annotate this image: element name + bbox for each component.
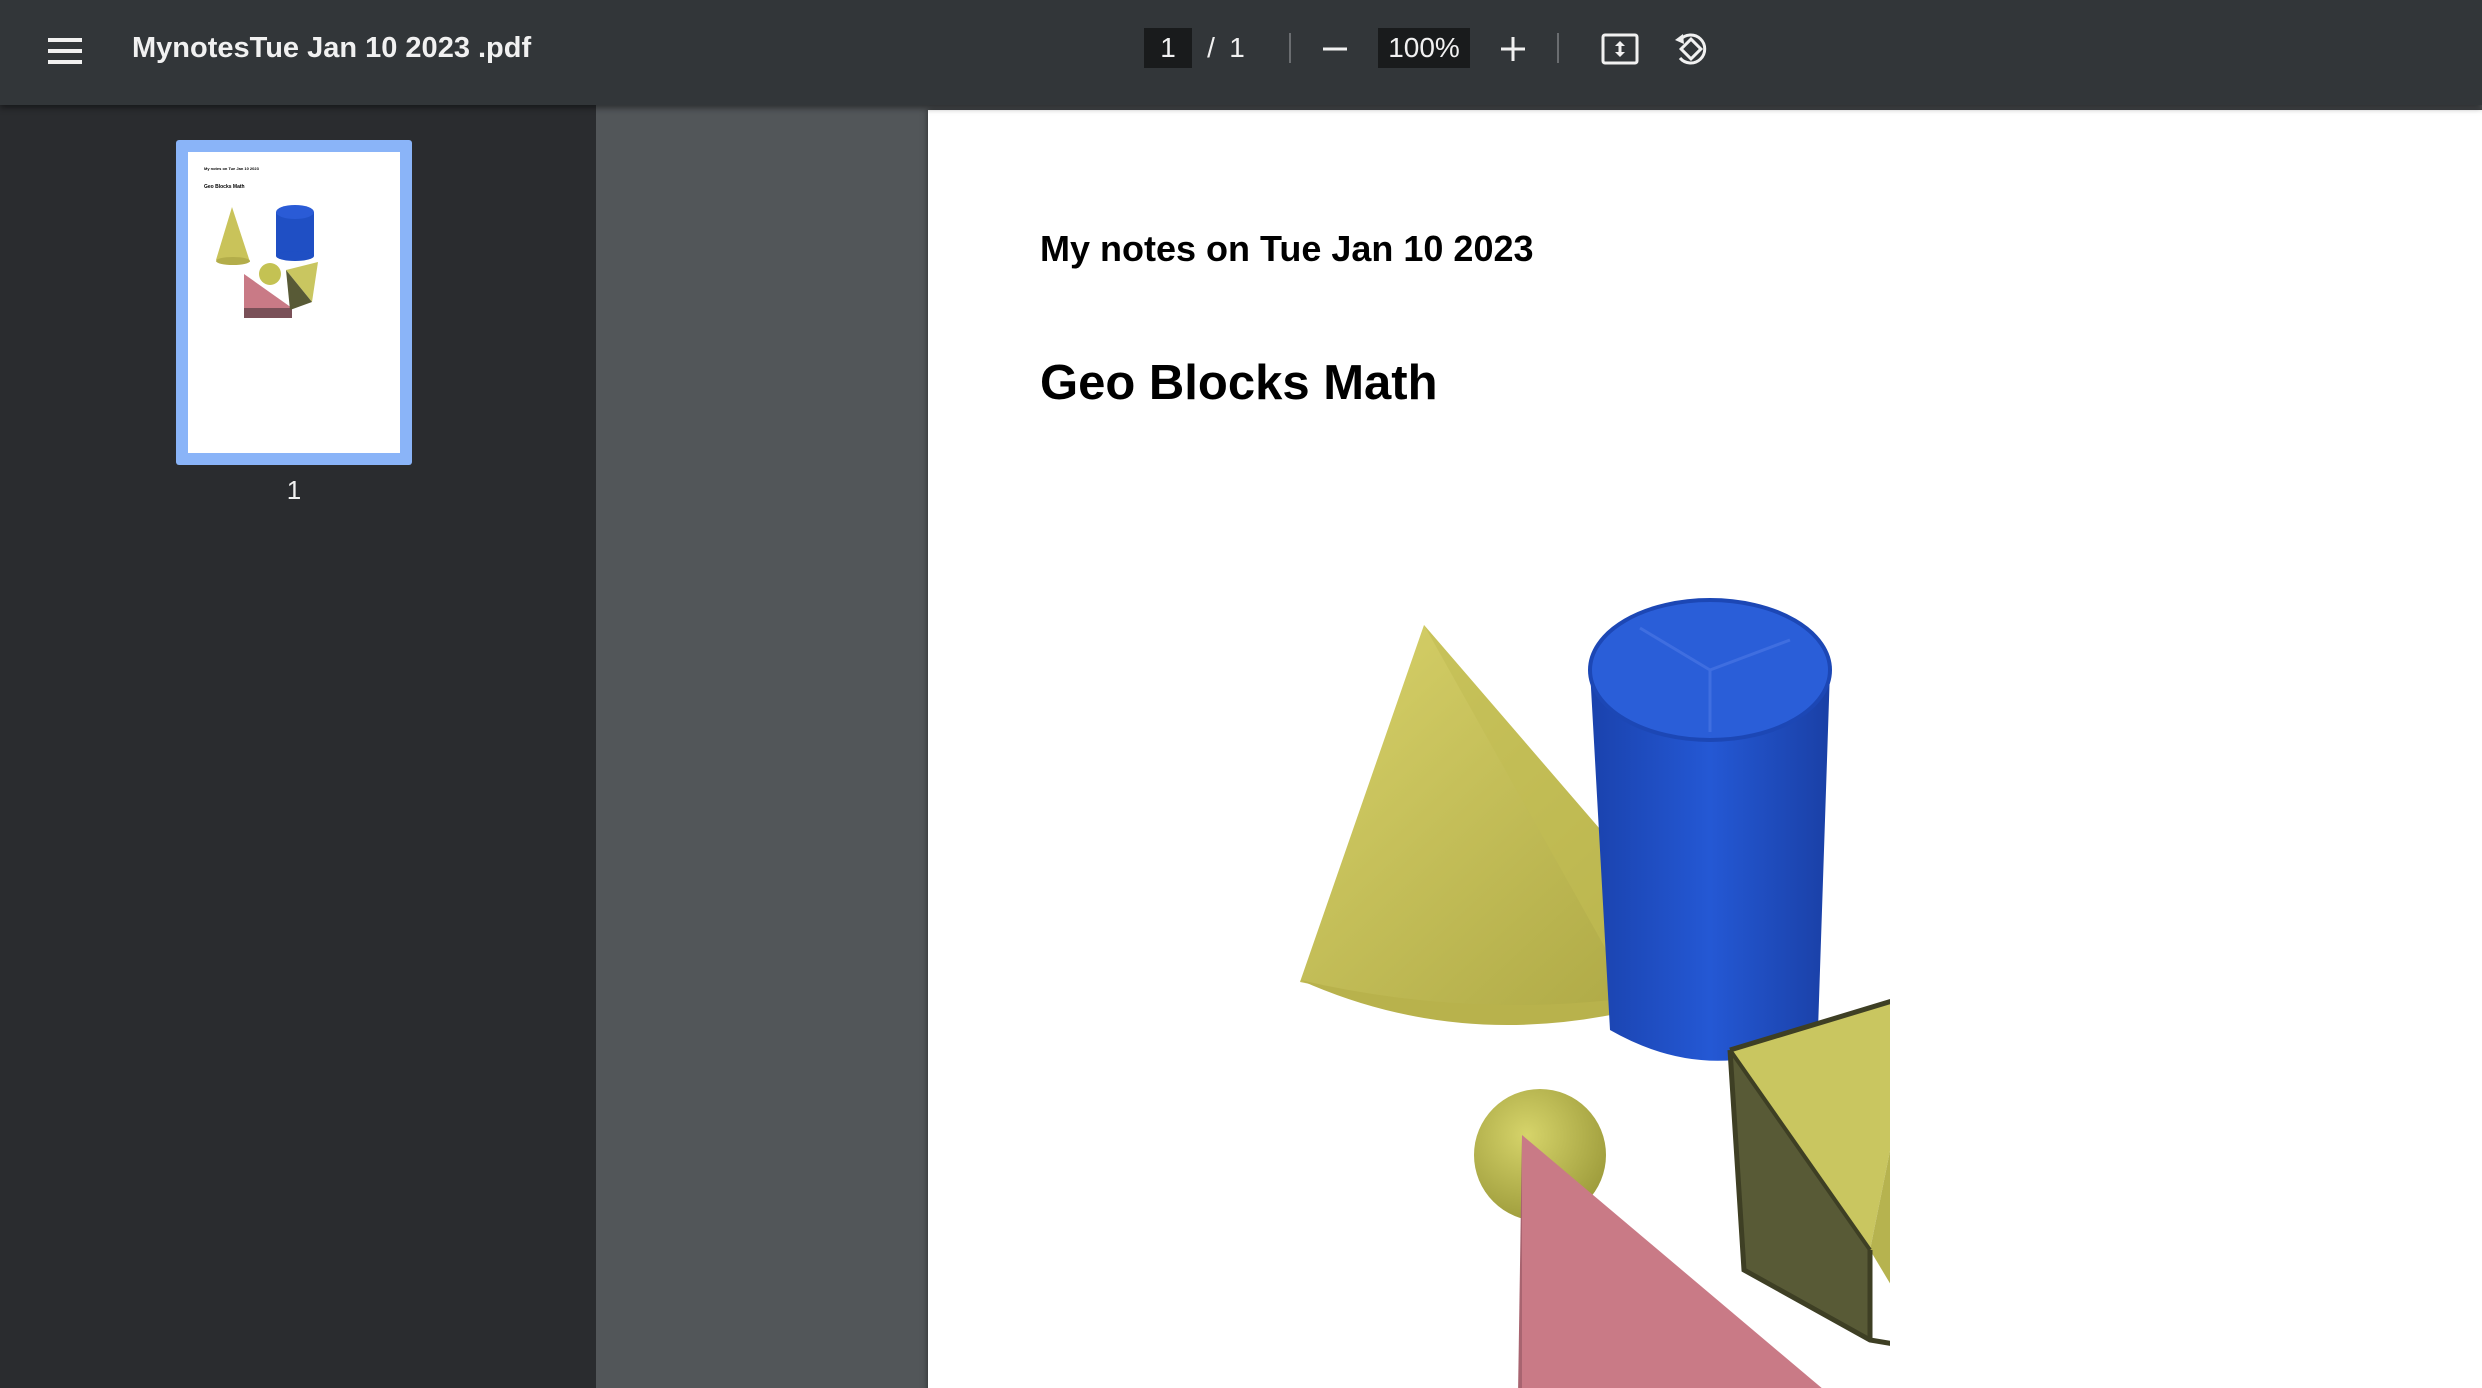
thumbnail-sidebar: My notes on Tue Jan 10 2023 Geo Blocks M… <box>0 105 596 1388</box>
fit-to-page-icon[interactable] <box>1595 24 1645 74</box>
pdf-toolbar: MynotesTue Jan 10 2023 .pdf / 1 <box>0 0 2482 105</box>
page-thumbnail[interactable]: My notes on Tue Jan 10 2023 Geo Blocks M… <box>176 140 412 465</box>
toolbar-divider <box>1557 33 1559 63</box>
page-heading1: My notes on Tue Jan 10 2023 <box>1040 228 1534 269</box>
zoom-input[interactable] <box>1378 28 1470 68</box>
hamburger-menu-icon[interactable] <box>40 26 90 76</box>
page-heading2: Geo Blocks Math <box>1040 356 1438 410</box>
rotate-counterclockwise-icon[interactable] <box>1666 24 1716 74</box>
plus-icon[interactable] <box>1488 24 1538 74</box>
thumbnail-image <box>216 205 318 318</box>
geometric-blocks-image <box>1300 598 1890 1388</box>
page-number-input[interactable] <box>1144 28 1192 68</box>
toolbar-divider <box>1289 33 1291 63</box>
thumbnail-page: My notes on Tue Jan 10 2023 Geo Blocks M… <box>188 152 400 453</box>
thumbnail-page-number: 1 <box>286 475 302 505</box>
page-total: 1 <box>1229 32 1245 63</box>
document-title: MynotesTue Jan 10 2023 .pdf <box>132 32 532 64</box>
document-viewer[interactable]: My notes on Tue Jan 10 2023 Geo Blocks M… <box>596 105 2482 1388</box>
pdf-page: My notes on Tue Jan 10 2023 Geo Blocks M… <box>928 110 2482 1388</box>
minus-icon[interactable] <box>1310 24 1360 74</box>
